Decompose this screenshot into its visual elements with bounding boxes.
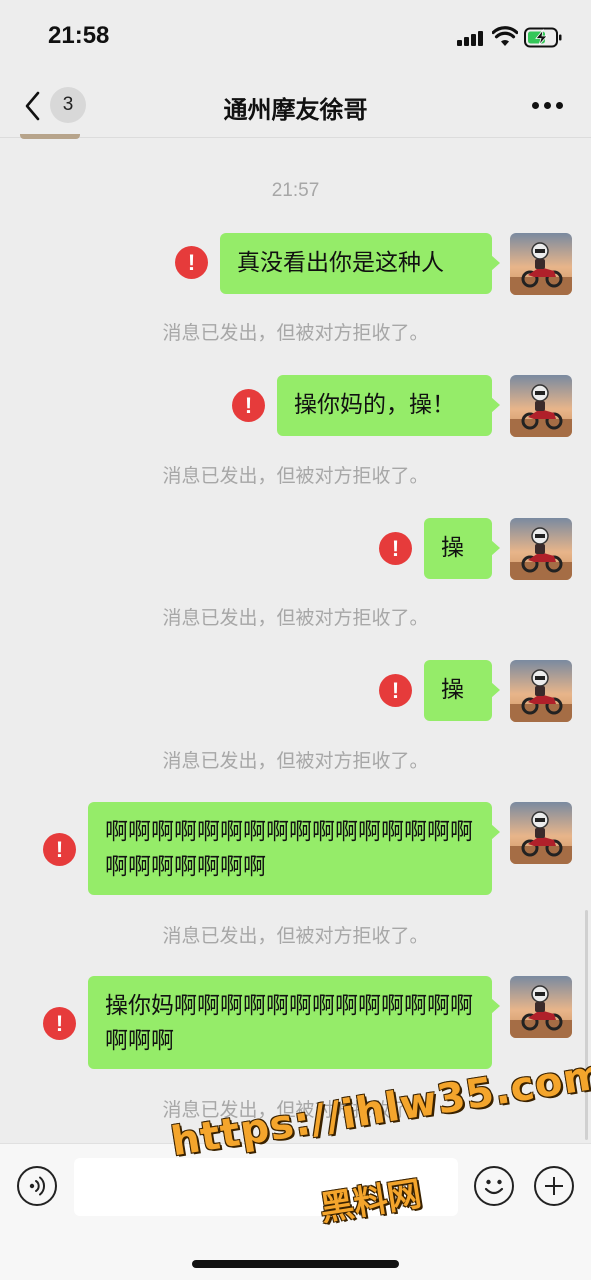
scrollbar[interactable] bbox=[585, 910, 588, 1140]
message-text: 操 bbox=[441, 535, 464, 561]
nav-bar: 3 通州摩友徐哥 bbox=[0, 72, 591, 138]
message-bubble[interactable]: 操你妈啊啊啊啊啊啊啊啊啊啊啊啊啊啊啊啊 bbox=[88, 976, 500, 1069]
avatar[interactable] bbox=[510, 976, 572, 1038]
send-failed-icon[interactable]: ! bbox=[232, 389, 265, 422]
emoji-button[interactable] bbox=[474, 1166, 514, 1206]
motorcycle-avatar-icon bbox=[510, 660, 572, 722]
cellular-signal-icon bbox=[457, 30, 483, 46]
avatar[interactable] bbox=[510, 375, 572, 437]
more-options-button[interactable] bbox=[532, 102, 564, 112]
wifi-icon bbox=[492, 26, 518, 46]
avatar[interactable] bbox=[510, 518, 572, 580]
nav-divider bbox=[0, 137, 591, 138]
rejected-notice: 消息已发出，但被对方拒收了。 bbox=[162, 465, 429, 487]
message-text: 真没看出你是这种人 bbox=[237, 250, 444, 276]
battery-charging-icon bbox=[524, 27, 562, 48]
rejected-notice: 消息已发出，但被对方拒收了。 bbox=[162, 750, 429, 772]
motorcycle-avatar-icon bbox=[510, 976, 572, 1038]
status-bar: 21:58 bbox=[0, 0, 591, 72]
message-bubble[interactable]: 操你妈的，操！ bbox=[277, 375, 500, 436]
home-indicator bbox=[192, 1260, 399, 1268]
rejected-notice: 消息已发出，但被对方拒收了。 bbox=[162, 322, 429, 344]
partial-avatar bbox=[20, 134, 80, 139]
message-text: 啊啊啊啊啊啊啊啊啊啊啊啊啊啊啊啊啊啊啊啊啊啊啊 bbox=[105, 819, 473, 880]
motorcycle-avatar-icon bbox=[510, 802, 572, 864]
send-failed-icon[interactable]: ! bbox=[175, 246, 208, 279]
motorcycle-avatar-icon bbox=[510, 375, 572, 437]
chat-title: 通州摩友徐哥 bbox=[223, 96, 368, 124]
rejected-notice: 消息已发出，但被对方拒收了。 bbox=[162, 925, 429, 947]
add-attachment-button[interactable] bbox=[534, 1166, 574, 1206]
message-bubble[interactable]: 啊啊啊啊啊啊啊啊啊啊啊啊啊啊啊啊啊啊啊啊啊啊啊 bbox=[88, 802, 500, 895]
voice-icon bbox=[29, 1176, 46, 1196]
message-text: 操你妈的，操！ bbox=[294, 392, 455, 418]
avatar[interactable] bbox=[510, 233, 572, 295]
message-text: 操 bbox=[441, 677, 464, 703]
avatar[interactable] bbox=[510, 802, 572, 864]
motorcycle-avatar-icon bbox=[510, 233, 572, 295]
smiley-icon bbox=[484, 1179, 504, 1195]
motorcycle-avatar-icon bbox=[510, 518, 572, 580]
input-bar bbox=[0, 1143, 591, 1280]
send-failed-icon[interactable]: ! bbox=[43, 833, 76, 866]
chat-timestamp: 21:57 bbox=[271, 180, 320, 201]
message-bubble[interactable]: 操 bbox=[424, 518, 500, 579]
send-failed-icon[interactable]: ! bbox=[379, 674, 412, 707]
avatar[interactable] bbox=[510, 660, 572, 722]
message-bubble[interactable]: 真没看出你是这种人 bbox=[220, 233, 500, 294]
send-failed-icon[interactable]: ! bbox=[379, 532, 412, 565]
message-text: 操你妈啊啊啊啊啊啊啊啊啊啊啊啊啊啊啊啊 bbox=[105, 993, 473, 1054]
more-dots-icon bbox=[532, 102, 539, 109]
message-bubble[interactable]: 操 bbox=[424, 660, 500, 721]
status-time: 21:58 bbox=[48, 22, 110, 49]
rejected-notice: 消息已发出，但被对方拒收了。 bbox=[162, 607, 429, 629]
send-failed-icon[interactable]: ! bbox=[43, 1007, 76, 1040]
voice-input-button[interactable] bbox=[17, 1166, 57, 1206]
